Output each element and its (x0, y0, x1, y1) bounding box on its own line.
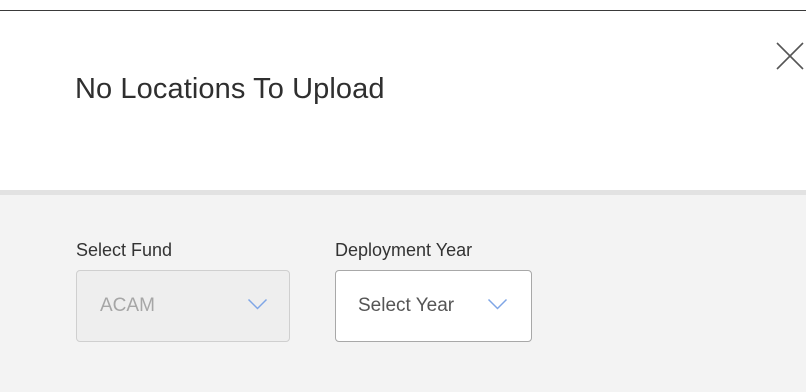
deployment-year-label: Deployment Year (335, 240, 473, 260)
chevron-down-icon (247, 298, 268, 310)
fund-label: Select Fund (76, 240, 173, 260)
deployment-year-field: Deployment Year (335, 240, 472, 261)
fund-select[interactable]: ACAM (76, 270, 290, 342)
fund-field: Select Fund (76, 240, 172, 261)
fund-select-value: ACAM (100, 295, 155, 316)
chevron-down-icon (487, 298, 508, 310)
close-button[interactable] (774, 40, 806, 72)
modal-title: No Locations To Upload (75, 73, 385, 105)
upload-modal: No Locations To Upload Select Fund ACAM … (0, 0, 806, 392)
deployment-year-placeholder: Select Year (358, 295, 455, 316)
deployment-year-select[interactable]: Select Year (335, 270, 532, 342)
close-icon (776, 42, 804, 70)
